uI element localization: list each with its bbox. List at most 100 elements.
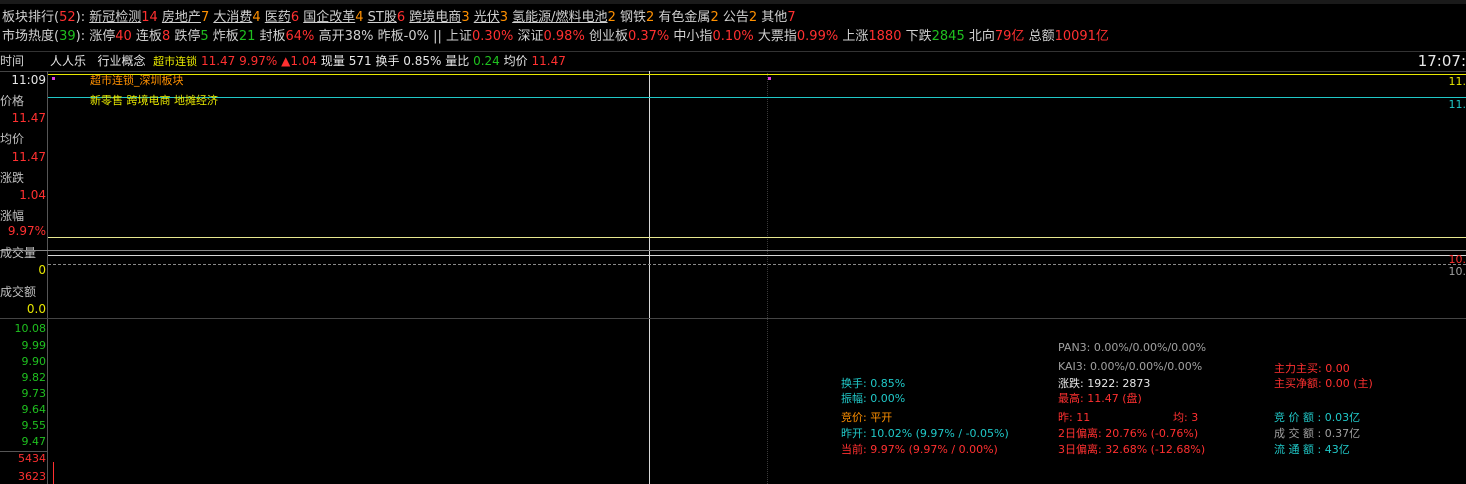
sector-item-name[interactable]: 公告: [723, 10, 749, 25]
lower-divider: [0, 318, 1466, 319]
market-heat-row: 市场热度(39): 涨停40 连板8 跌停5 炸板21 封板64% 高开38% …: [2, 28, 1109, 46]
market-heat-colon: ):: [75, 29, 86, 44]
sector-item-name[interactable]: 房地产: [162, 10, 201, 25]
limit-up-label: 涨停: [89, 29, 116, 44]
sector-item-count: 2: [710, 10, 719, 25]
price-axis-tick: 9.90: [21, 355, 47, 368]
change-amount: ▲1.04: [281, 54, 318, 68]
sector-ranking-colon: ):: [75, 10, 86, 25]
sh-index-value: 0.30%: [472, 29, 514, 44]
up-count-value: 1880: [868, 29, 902, 44]
limit-up-value: 40: [115, 29, 132, 44]
sector-item-name[interactable]: 钢铁: [620, 10, 646, 25]
separator: ||: [433, 29, 442, 44]
sector-item-name[interactable]: 新冠检测: [89, 10, 141, 25]
concept-name[interactable]: 超市连锁: [153, 55, 197, 68]
pan3-stat: PAN3: 0.00%/0.00%/0.00%: [1058, 341, 1207, 354]
float-amount-stat: 流 通 额 : 43亿: [1274, 443, 1350, 456]
sector-item-name[interactable]: 光伏: [474, 10, 500, 25]
yesterday-stat: 昨: 11: [1058, 411, 1091, 424]
concept-label: 行业概念: [97, 54, 146, 68]
tab-strip: [0, 0, 1466, 4]
turnover-stat: 换手: 0.85%: [841, 377, 906, 390]
sector-item-count: 6: [396, 10, 406, 25]
stock-info-bar: 时间 人人乐 行业概念 超市连锁 11.47 9.97% ▲1.04 现量 57…: [0, 53, 1466, 70]
avg-line: [48, 97, 1466, 98]
sector-item-name[interactable]: 跨境电商: [409, 10, 461, 25]
current-price: 11.47: [200, 54, 236, 68]
high-open-label: 高开: [318, 29, 345, 44]
price-line: [48, 74, 1466, 75]
pct-value: 9.97%: [7, 224, 46, 238]
limit-down-label: 跌停: [174, 29, 201, 44]
volume-ratio-value: 0.24: [473, 54, 500, 68]
volume-axis-tick: 5434: [18, 452, 46, 465]
sme-value: 0.10%: [712, 29, 754, 44]
broken-board-value: 21: [238, 29, 256, 44]
price-axis-tick: 9.64: [21, 403, 47, 416]
sector-item-name[interactable]: ST股: [368, 10, 397, 25]
sector-item-name[interactable]: 其他: [761, 10, 787, 25]
sector-item-name[interactable]: 大消费: [213, 10, 252, 25]
deviation-3day-stat: 3日偏离: 32.68% (-12.68%): [1058, 443, 1206, 456]
market-heat-label: 市场热度(: [2, 29, 60, 44]
avg-price-label: 均价: [503, 54, 528, 68]
price-axis-tick: 9.73: [21, 387, 47, 400]
concept-tag-primary: 超市连锁_深圳板块: [90, 74, 184, 87]
crosshair-vertical: [649, 71, 650, 484]
sector-item-count: 7: [787, 10, 796, 25]
sector-item-name[interactable]: 医药: [265, 10, 291, 25]
right-axis-avg: 11.: [1448, 98, 1466, 111]
broken-board-label: 炸板: [212, 29, 239, 44]
sector-item-count: 3: [461, 10, 470, 25]
volume-label: 现量: [320, 54, 345, 68]
concept-tag-secondary: 新零售 跨境电商 地摊经济: [90, 94, 218, 107]
sector-item-name[interactable]: 国企改革: [303, 10, 355, 25]
northbound-value: 79亿: [994, 29, 1025, 44]
sz-index-label: 深证: [517, 29, 544, 44]
down-count-value: 2845: [931, 29, 965, 44]
price-axis-tick: 9.47: [21, 435, 47, 448]
turnover-value: 0.85%: [403, 54, 442, 68]
change-percent: 9.97%: [239, 54, 278, 68]
down-count-label: 下跌: [905, 29, 932, 44]
total-amount-value: 10091亿: [1054, 29, 1109, 44]
price-value: 11.47: [11, 111, 46, 125]
stock-name[interactable]: 人人乐: [50, 54, 86, 68]
price-axis-tick: 9.55: [21, 419, 47, 432]
sz-index-value: 0.98%: [543, 29, 585, 44]
change-label: 涨跌: [0, 171, 25, 185]
limit-down-value: 5: [200, 29, 209, 44]
sh-index-label: 上证: [446, 29, 473, 44]
updown-stat: 涨跌: 1922: 2873: [1058, 377, 1151, 390]
avg-stat: 均: 3: [1173, 411, 1199, 424]
price-axis-tick: 9.82: [21, 371, 47, 384]
marker-dot: [52, 77, 55, 80]
avg-price-value: 11.47: [531, 54, 566, 68]
bigcap-value: 0.99%: [796, 29, 839, 44]
sector-item-name[interactable]: 有色金属: [658, 10, 710, 25]
sector-item-count: 3: [499, 10, 509, 25]
total-amount-label: 总额: [1028, 29, 1055, 44]
sector-item-count: 2: [748, 10, 758, 25]
deviation-2day-stat: 2日偏离: 20.76% (-0.76%): [1058, 427, 1199, 440]
volume-axis-tick: 3623: [18, 470, 46, 483]
pct-label: 涨幅: [0, 209, 25, 223]
yesterday-board-label: 昨板: [377, 29, 404, 44]
grid-vertical: [767, 71, 769, 484]
kai3-stat: KAI3: 0.00%/0.00%/0.00%: [1058, 360, 1203, 373]
sector-item-name[interactable]: 氢能源/燃料电池: [512, 10, 607, 25]
avg-label: 均价: [0, 132, 25, 146]
price-axis-tick: 9.99: [21, 339, 47, 352]
sector-item-count: 14: [141, 10, 158, 25]
yesterday-board-value: -0%: [403, 29, 429, 44]
right-axis-volume-2: 10.: [1448, 265, 1466, 278]
amount-value: 0.0: [26, 302, 46, 316]
consecutive-value: 8: [161, 29, 171, 44]
sector-item-count: 4: [252, 10, 261, 25]
price-label: 价格: [0, 94, 25, 108]
volume-bar: [53, 462, 54, 484]
clock: 17:07:: [1417, 52, 1466, 70]
volume-line: [48, 255, 1466, 256]
chinext-value: 0.37%: [627, 29, 670, 44]
